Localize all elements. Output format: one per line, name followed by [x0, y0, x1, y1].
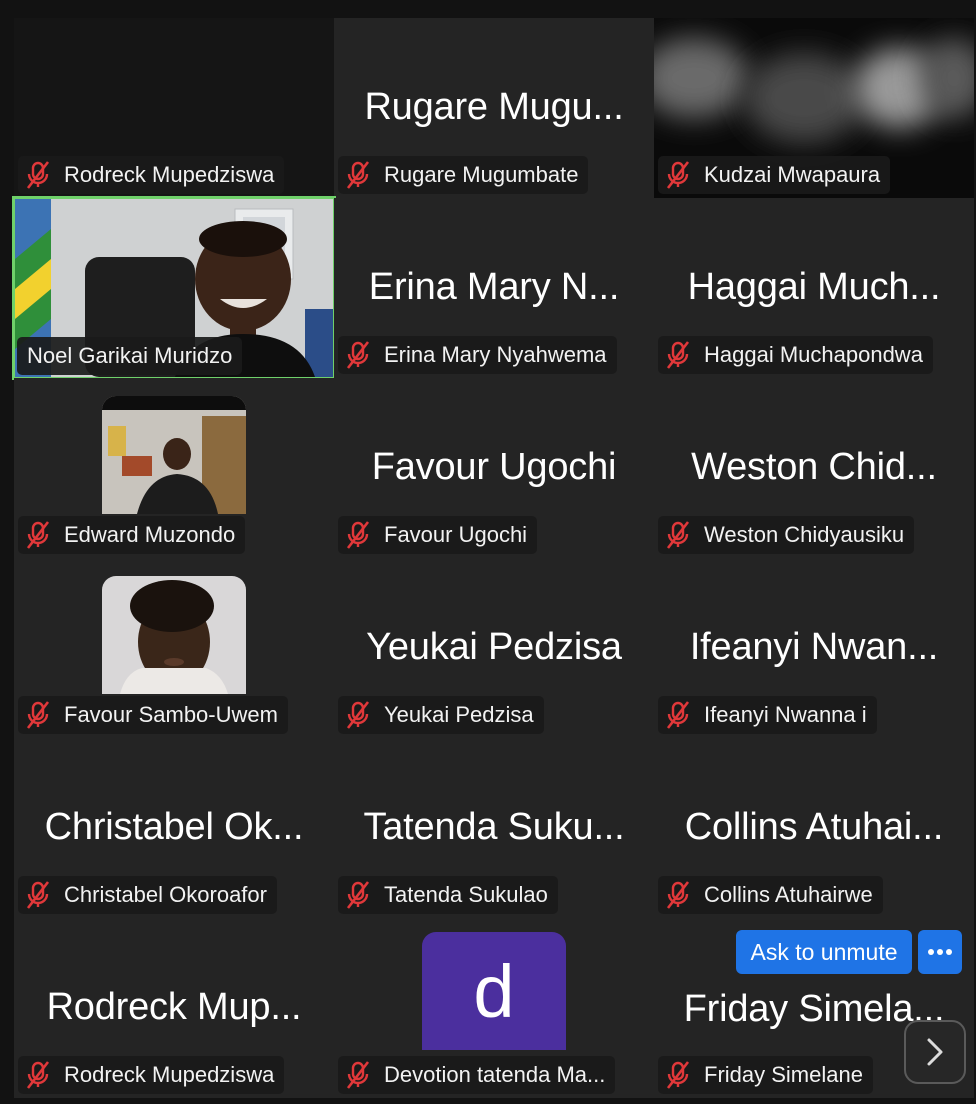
- participant-tile[interactable]: Yeukai Pedzisa Yeukai Pedzisa: [334, 558, 654, 738]
- participant-tile[interactable]: Rugare Mugu... Rugare Mugumbate: [334, 18, 654, 198]
- participant-name-tag: Ifeanyi Nwanna i: [658, 696, 877, 734]
- mic-muted-icon: [346, 701, 370, 729]
- mic-muted-icon: [666, 341, 690, 369]
- participant-display-name: Christabel Ok...: [44, 806, 304, 848]
- participant-tile[interactable]: Erina Mary N... Erina Mary Nyahwema: [334, 198, 654, 378]
- participant-name: Collins Atuhairwe: [704, 882, 873, 907]
- mic-muted-icon: [26, 161, 50, 189]
- mic-muted-icon: [346, 161, 370, 189]
- participant-name: Favour Sambo-Uwem: [64, 702, 278, 727]
- participant-name-tag: Devotion tatenda Ma...: [338, 1056, 616, 1094]
- participant-name-tag: Friday Simelane: [658, 1056, 873, 1094]
- participant-name: Rodreck Mupedziswa: [64, 1062, 275, 1087]
- participant-name: Rugare Mugumbate: [384, 162, 579, 187]
- participant-name-tag: Noel Garikai Muridzo: [17, 337, 243, 375]
- participant-display-name: Erina Mary N...: [368, 266, 620, 308]
- participant-tile[interactable]: Rodreck Mup... Rodreck Mupedziswa: [14, 918, 334, 1098]
- participant-tile[interactable]: Edward Muzondo: [14, 378, 334, 558]
- participant-name-tag: Haggai Muchapondwa: [658, 336, 933, 374]
- mic-muted-icon: [346, 521, 370, 549]
- participant-name-tag: Rodreck Mupedziswa: [18, 156, 285, 194]
- participant-name: Devotion tatenda Ma...: [384, 1062, 606, 1087]
- participant-display-name: Rugare Mugu...: [364, 86, 624, 128]
- participant-name-tag: Favour Sambo-Uwem: [18, 696, 288, 734]
- mic-muted-icon: [26, 1061, 50, 1089]
- participant-name: Friday Simelane: [704, 1062, 863, 1087]
- participant-tile[interactable]: Weston Chid... Weston Chidyausiku: [654, 378, 974, 558]
- participant-name-tag: Collins Atuhairwe: [658, 876, 883, 914]
- mic-muted-icon: [666, 161, 690, 189]
- participant-tile[interactable]: Christabel Ok... Christabel Okoroafor: [14, 738, 334, 918]
- mic-muted-icon: [346, 881, 370, 909]
- participant-photo: [102, 576, 246, 694]
- participant-name: Erina Mary Nyahwema: [384, 342, 607, 367]
- ellipsis-icon: [928, 949, 952, 955]
- participant-tile[interactable]: Favour Sambo-Uwem: [14, 558, 334, 738]
- participant-name: Christabel Okoroafor: [64, 882, 267, 907]
- participant-name: Yeukai Pedzisa: [384, 702, 534, 727]
- participant-display-name: Weston Chid...: [691, 446, 937, 488]
- participant-name-tag: Rodreck Mupedziswa: [18, 1056, 285, 1094]
- participant-name: Kudzai Mwapaura: [704, 162, 881, 187]
- participant-name-tag: Kudzai Mwapaura: [658, 156, 891, 194]
- participant-display-name: Collins Atuhai...: [684, 806, 944, 848]
- participant-name-tag: Favour Ugochi: [338, 516, 538, 554]
- mic-muted-icon: [666, 1061, 690, 1089]
- participant-display-name: Haggai Much...: [687, 266, 941, 308]
- chevron-right-icon: [927, 1038, 943, 1066]
- participant-name: Noel Garikai Muridzo: [27, 343, 233, 368]
- participant-display-name: Ifeanyi Nwan...: [689, 626, 939, 668]
- participant-name: Ifeanyi Nwanna i: [704, 702, 867, 727]
- participant-tile[interactable]: d Devotion tatenda Ma...: [334, 918, 654, 1098]
- mic-muted-icon: [26, 521, 50, 549]
- next-page-button[interactable]: [904, 1020, 966, 1084]
- participant-tile[interactable]: Favour Ugochi Favour Ugochi: [334, 378, 654, 558]
- participant-display-name: Favour Ugochi: [371, 446, 617, 488]
- participant-name: Tatenda Sukulao: [384, 882, 548, 907]
- participant-name: Edward Muzondo: [64, 522, 236, 547]
- mic-muted-icon: [666, 521, 690, 549]
- participant-name: Rodreck Mupedziswa: [64, 162, 275, 187]
- mic-muted-icon: [26, 881, 50, 909]
- participant-name-tag: Erina Mary Nyahwema: [338, 336, 617, 374]
- participant-tile[interactable]: Kudzai Mwapaura: [654, 18, 974, 198]
- participant-tile-active-speaker[interactable]: Noel Garikai Muridzo: [12, 196, 336, 380]
- participant-name-tag: Christabel Okoroafor: [18, 876, 277, 914]
- participant-tile[interactable]: Haggai Much... Haggai Muchapondwa: [654, 198, 974, 378]
- participant-tile[interactable]: Rodreck Mupedziswa: [14, 18, 334, 198]
- mic-muted-icon: [346, 341, 370, 369]
- participant-name-tag: Yeukai Pedzisa: [338, 696, 544, 734]
- participant-display-name: Rodreck Mup...: [46, 986, 302, 1028]
- participant-name: Favour Ugochi: [384, 522, 528, 547]
- participant-name-tag: Rugare Mugumbate: [338, 156, 589, 194]
- ask-to-unmute-button[interactable]: Ask to unmute: [736, 930, 912, 974]
- participant-name-tag: Edward Muzondo: [18, 516, 246, 554]
- participant-name-tag: Tatenda Sukulao: [338, 876, 558, 914]
- participant-tile[interactable]: Collins Atuhai... Collins Atuhairwe: [654, 738, 974, 918]
- participant-display-name: Tatenda Suku...: [363, 806, 625, 848]
- mic-muted-icon: [666, 881, 690, 909]
- mic-muted-icon: [346, 1061, 370, 1089]
- participant-name: Haggai Muchapondwa: [704, 342, 923, 367]
- more-options-button[interactable]: [918, 930, 962, 974]
- participant-tile[interactable]: Ifeanyi Nwan... Ifeanyi Nwanna i: [654, 558, 974, 738]
- participant-photo: [102, 396, 246, 514]
- participant-name: Weston Chidyausiku: [704, 522, 905, 547]
- participant-tile[interactable]: Tatenda Suku... Tatenda Sukulao: [334, 738, 654, 918]
- mic-muted-icon: [666, 701, 690, 729]
- participant-display-name: Yeukai Pedzisa: [366, 626, 622, 668]
- participant-name-tag: Weston Chidyausiku: [658, 516, 915, 554]
- mic-muted-icon: [26, 701, 50, 729]
- participant-initial-avatar: d: [422, 932, 566, 1050]
